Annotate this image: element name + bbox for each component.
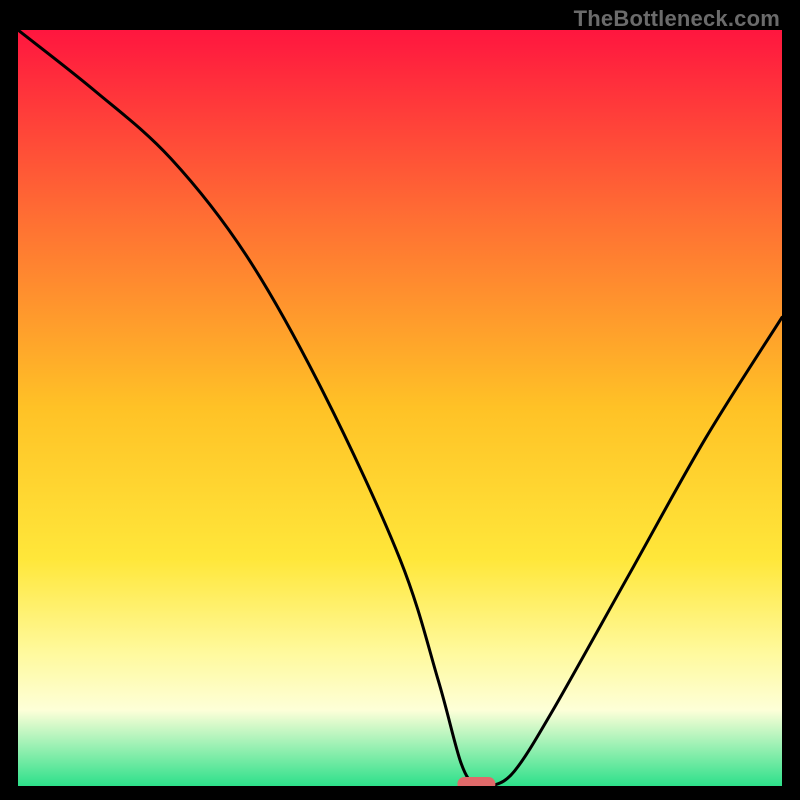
chart-background-gradient: [18, 30, 782, 786]
optimal-marker: [457, 777, 495, 786]
bottleneck-chart: [18, 30, 782, 786]
watermark-text: TheBottleneck.com: [574, 6, 780, 32]
chart-frame: [18, 30, 782, 786]
